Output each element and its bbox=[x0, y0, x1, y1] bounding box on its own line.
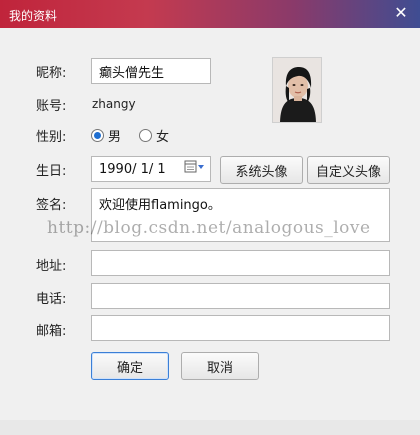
bottom-strip bbox=[0, 420, 420, 435]
close-icon[interactable]: ✕ bbox=[390, 3, 412, 23]
system-avatar-button[interactable]: 系统头像 bbox=[220, 156, 303, 184]
avatar-image bbox=[272, 57, 322, 123]
watermark-text: http://blog.csdn.net/analogous_love bbox=[47, 218, 371, 238]
birthday-label: 生日: bbox=[36, 164, 67, 179]
radio-selected-icon bbox=[91, 129, 104, 142]
nickname-label: 昵称: bbox=[36, 66, 67, 81]
calendar-icon[interactable] bbox=[184, 160, 206, 174]
nickname-input[interactable]: 癫头僧先生 bbox=[91, 58, 211, 84]
cancel-button[interactable]: 取消 bbox=[181, 352, 259, 380]
ok-button[interactable]: 确定 bbox=[91, 352, 169, 380]
email-input[interactable] bbox=[91, 315, 390, 341]
gender-male-radio[interactable]: 男 bbox=[91, 126, 121, 145]
account-label: 账号: bbox=[36, 99, 67, 114]
address-input[interactable] bbox=[91, 250, 390, 276]
phone-label: 电话: bbox=[36, 292, 67, 307]
address-label: 地址: bbox=[36, 259, 67, 274]
title-bar: 我的资料 ✕ bbox=[0, 0, 420, 28]
radio-unselected-icon bbox=[139, 129, 152, 142]
custom-avatar-button[interactable]: 自定义头像 bbox=[307, 156, 390, 184]
gender-male-label: 男 bbox=[108, 130, 122, 145]
window-title: 我的资料 bbox=[9, 9, 58, 23]
account-value: zhangy bbox=[92, 97, 136, 111]
birthday-value: 1990/ 1/ 1 bbox=[99, 161, 166, 177]
phone-input[interactable] bbox=[91, 283, 390, 309]
gender-label: 性别: bbox=[36, 130, 67, 145]
signature-label: 签名: bbox=[36, 198, 67, 213]
gender-female-radio[interactable]: 女 bbox=[139, 126, 169, 145]
email-label: 邮箱: bbox=[36, 324, 67, 339]
gender-female-label: 女 bbox=[156, 130, 170, 145]
